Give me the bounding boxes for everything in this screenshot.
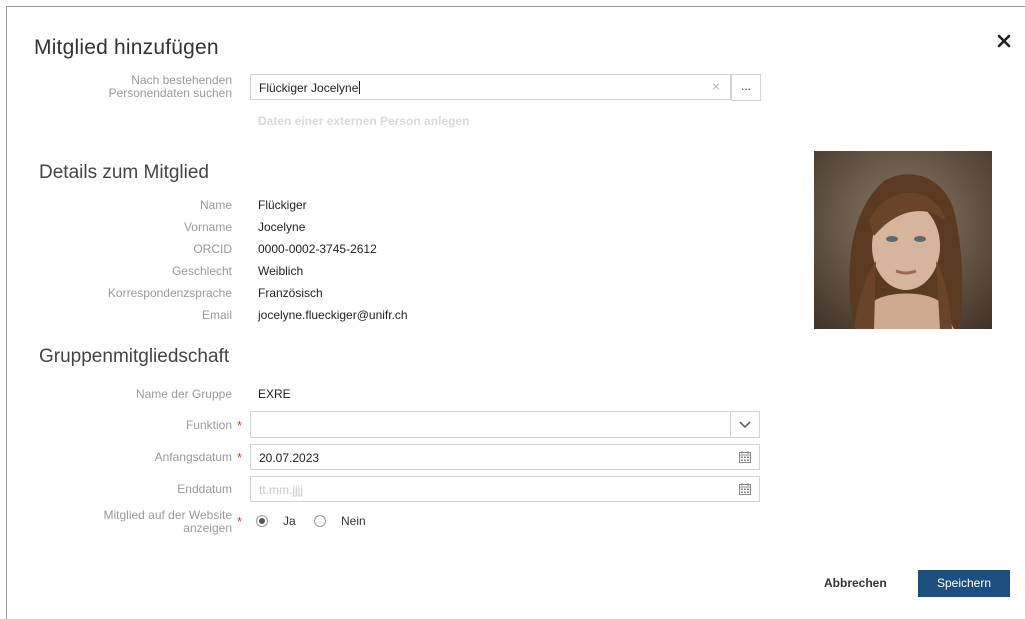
- create-external-person-link[interactable]: Daten einer externen Person anlegen: [258, 114, 469, 128]
- detail-value-name: Flückiger: [258, 198, 307, 212]
- clear-search-icon[interactable]: ×: [712, 78, 720, 94]
- detail-label: Name: [199, 198, 232, 212]
- detail-value-gender: Weiblich: [258, 264, 304, 278]
- detail-label: Geschlecht: [171, 264, 232, 278]
- show-on-website-label: Mitglied auf der Website anzeigen: [103, 509, 232, 535]
- calendar-icon[interactable]: [739, 483, 751, 495]
- search-label-line1: Nach bestehenden: [131, 73, 232, 87]
- person-search-value: Flückiger Jocelyne: [259, 81, 359, 95]
- detail-label: Korrespondenzsprache: [107, 286, 232, 300]
- close-icon[interactable]: [996, 33, 1012, 49]
- browse-persons-button[interactable]: ...: [731, 74, 761, 101]
- person-search-input[interactable]: Flückiger Jocelyne ×: [250, 74, 731, 100]
- start-date-value: 20.07.2023: [259, 451, 320, 465]
- detail-value-email: jocelyne.flueckiger@unifr.ch: [258, 308, 408, 322]
- show-on-website-no-radio[interactable]: [314, 515, 326, 527]
- chevron-down-icon[interactable]: [730, 412, 759, 436]
- show-on-website-yes-radio[interactable]: [256, 515, 268, 527]
- detail-value-language: Französisch: [258, 286, 323, 300]
- end-date-input[interactable]: tt.mm.jjjj: [250, 476, 760, 502]
- text-cursor: [359, 81, 361, 94]
- end-date-label: Enddatum: [177, 482, 232, 496]
- required-marker: *: [237, 514, 243, 529]
- calendar-icon[interactable]: [739, 451, 751, 463]
- detail-label: ORCID: [193, 242, 232, 256]
- dialog-title: Mitglied hinzufügen: [34, 36, 219, 59]
- cancel-button[interactable]: Abbrechen: [824, 576, 887, 590]
- radio-label-no[interactable]: Nein: [341, 514, 366, 528]
- show-on-website-label-line2: anzeigen: [183, 521, 232, 535]
- end-date-placeholder: tt.mm.jjjj: [259, 483, 303, 497]
- radio-label-yes[interactable]: Ja: [283, 514, 296, 528]
- start-date-label: Anfangsdatum: [154, 450, 232, 464]
- required-marker: *: [237, 450, 243, 465]
- member-photo: [814, 151, 992, 329]
- start-date-input[interactable]: 20.07.2023: [250, 444, 760, 470]
- detail-value-firstname: Jocelyne: [258, 220, 306, 234]
- detail-value-orcid: 0000-0002-3745-2612: [258, 242, 377, 256]
- search-label-line2: Personendaten suchen: [108, 86, 232, 100]
- membership-heading: Gruppenmitgliedschaft: [39, 346, 230, 367]
- function-select[interactable]: [250, 411, 760, 438]
- show-on-website-label-line1: Mitglied auf der Website: [103, 508, 232, 522]
- function-label: Funktion: [185, 418, 232, 432]
- details-heading: Details zum Mitglied: [39, 162, 209, 183]
- search-label: Nach bestehenden Personendaten suchen: [109, 74, 232, 100]
- detail-label: Vorname: [183, 220, 232, 234]
- group-name-value: EXRE: [258, 387, 291, 401]
- group-name-label: Name der Gruppe: [135, 387, 232, 401]
- save-button[interactable]: Speichern: [918, 570, 1010, 597]
- required-marker: *: [237, 418, 243, 433]
- detail-label: Email: [201, 308, 232, 322]
